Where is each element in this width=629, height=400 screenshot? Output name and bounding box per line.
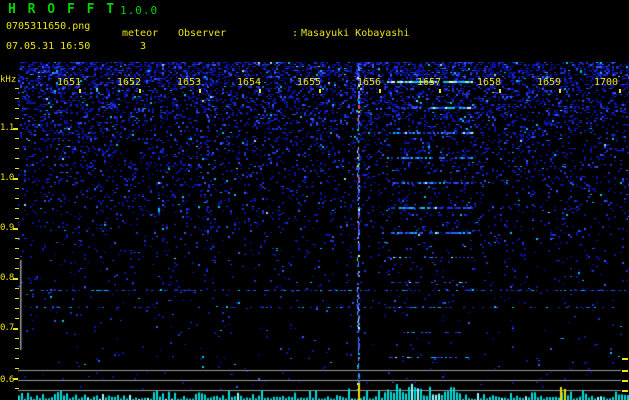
axis-tick: [439, 89, 441, 93]
axis-tick: [15, 118, 19, 119]
axis-tick: [15, 338, 19, 339]
axis-tick: [13, 178, 18, 180]
axis-tick: [15, 258, 19, 259]
freq-axis-label: 1.0: [0, 173, 14, 183]
axis-tick: [139, 89, 141, 93]
axis-tick: [319, 89, 321, 93]
axis-tick: [15, 218, 19, 219]
axis-tick: [15, 288, 19, 289]
axis-tick: [15, 298, 19, 299]
axis-tick: [622, 380, 628, 382]
axis-tick: [79, 89, 81, 93]
axis-tick: [15, 208, 19, 209]
axis-tick: [15, 308, 19, 309]
axis-tick: [619, 89, 621, 93]
axis-tick: [13, 278, 18, 280]
axis-tick: [15, 98, 19, 99]
axis-tick: [15, 198, 19, 199]
axis-tick: [259, 89, 261, 93]
time-axis-label: 1656: [357, 77, 382, 88]
axis-tick: [15, 158, 19, 159]
axis-tick: [15, 188, 19, 189]
axis-tick: [15, 108, 19, 109]
axis-tick: [15, 358, 19, 359]
axis-tick: [622, 370, 628, 372]
hrofft-window: H R O F F T 1.0.0 0705311650.png meteor …: [0, 0, 629, 400]
freq-axis-label: 0.8: [0, 273, 14, 283]
axis-tick: [15, 138, 19, 139]
axis-tick: [15, 318, 19, 319]
axis-tick: [13, 228, 18, 230]
axis-tick: [15, 88, 19, 89]
axis-tick: [379, 89, 381, 93]
time-axis-label: 1659: [537, 77, 562, 88]
axis-tick: [15, 368, 19, 369]
axis-tick: [15, 248, 19, 249]
spectrogram-area: kHz 1651 1652 1653 1654 1655 1656 1657 1…: [0, 0, 629, 400]
freq-axis-unit: kHz: [0, 75, 17, 85]
axis-tick: [15, 348, 19, 349]
axis-tick: [13, 128, 18, 130]
axis-tick: [13, 328, 18, 330]
freq-axis-label: 0.6: [0, 375, 14, 385]
time-axis-label: 1655: [297, 77, 322, 88]
axis-tick: [622, 390, 628, 392]
axis-tick: [15, 238, 19, 239]
time-axis-label: 1658: [477, 77, 502, 88]
axis-tick: [15, 268, 19, 269]
axis-tick: [559, 89, 561, 93]
time-axis-label: 1700: [594, 77, 619, 88]
spectrogram-canvas: [18, 62, 629, 400]
time-axis-label: 1657: [417, 77, 442, 88]
axis-tick: [15, 148, 19, 149]
time-axis-label: 1653: [177, 77, 202, 88]
axis-tick: [15, 168, 19, 169]
time-axis-label: 1652: [117, 77, 142, 88]
axis-tick: [15, 388, 19, 389]
axis-tick: [499, 89, 501, 93]
freq-axis-label: 0.9: [0, 223, 14, 233]
axis-tick: [199, 89, 201, 93]
axis-tick: [622, 358, 628, 360]
time-axis-label: 1654: [237, 77, 262, 88]
freq-axis-label: 0.7: [0, 323, 14, 333]
axis-tick: [13, 378, 18, 380]
freq-axis-label: 1.1: [0, 123, 14, 133]
time-axis-label: 1651: [57, 77, 82, 88]
